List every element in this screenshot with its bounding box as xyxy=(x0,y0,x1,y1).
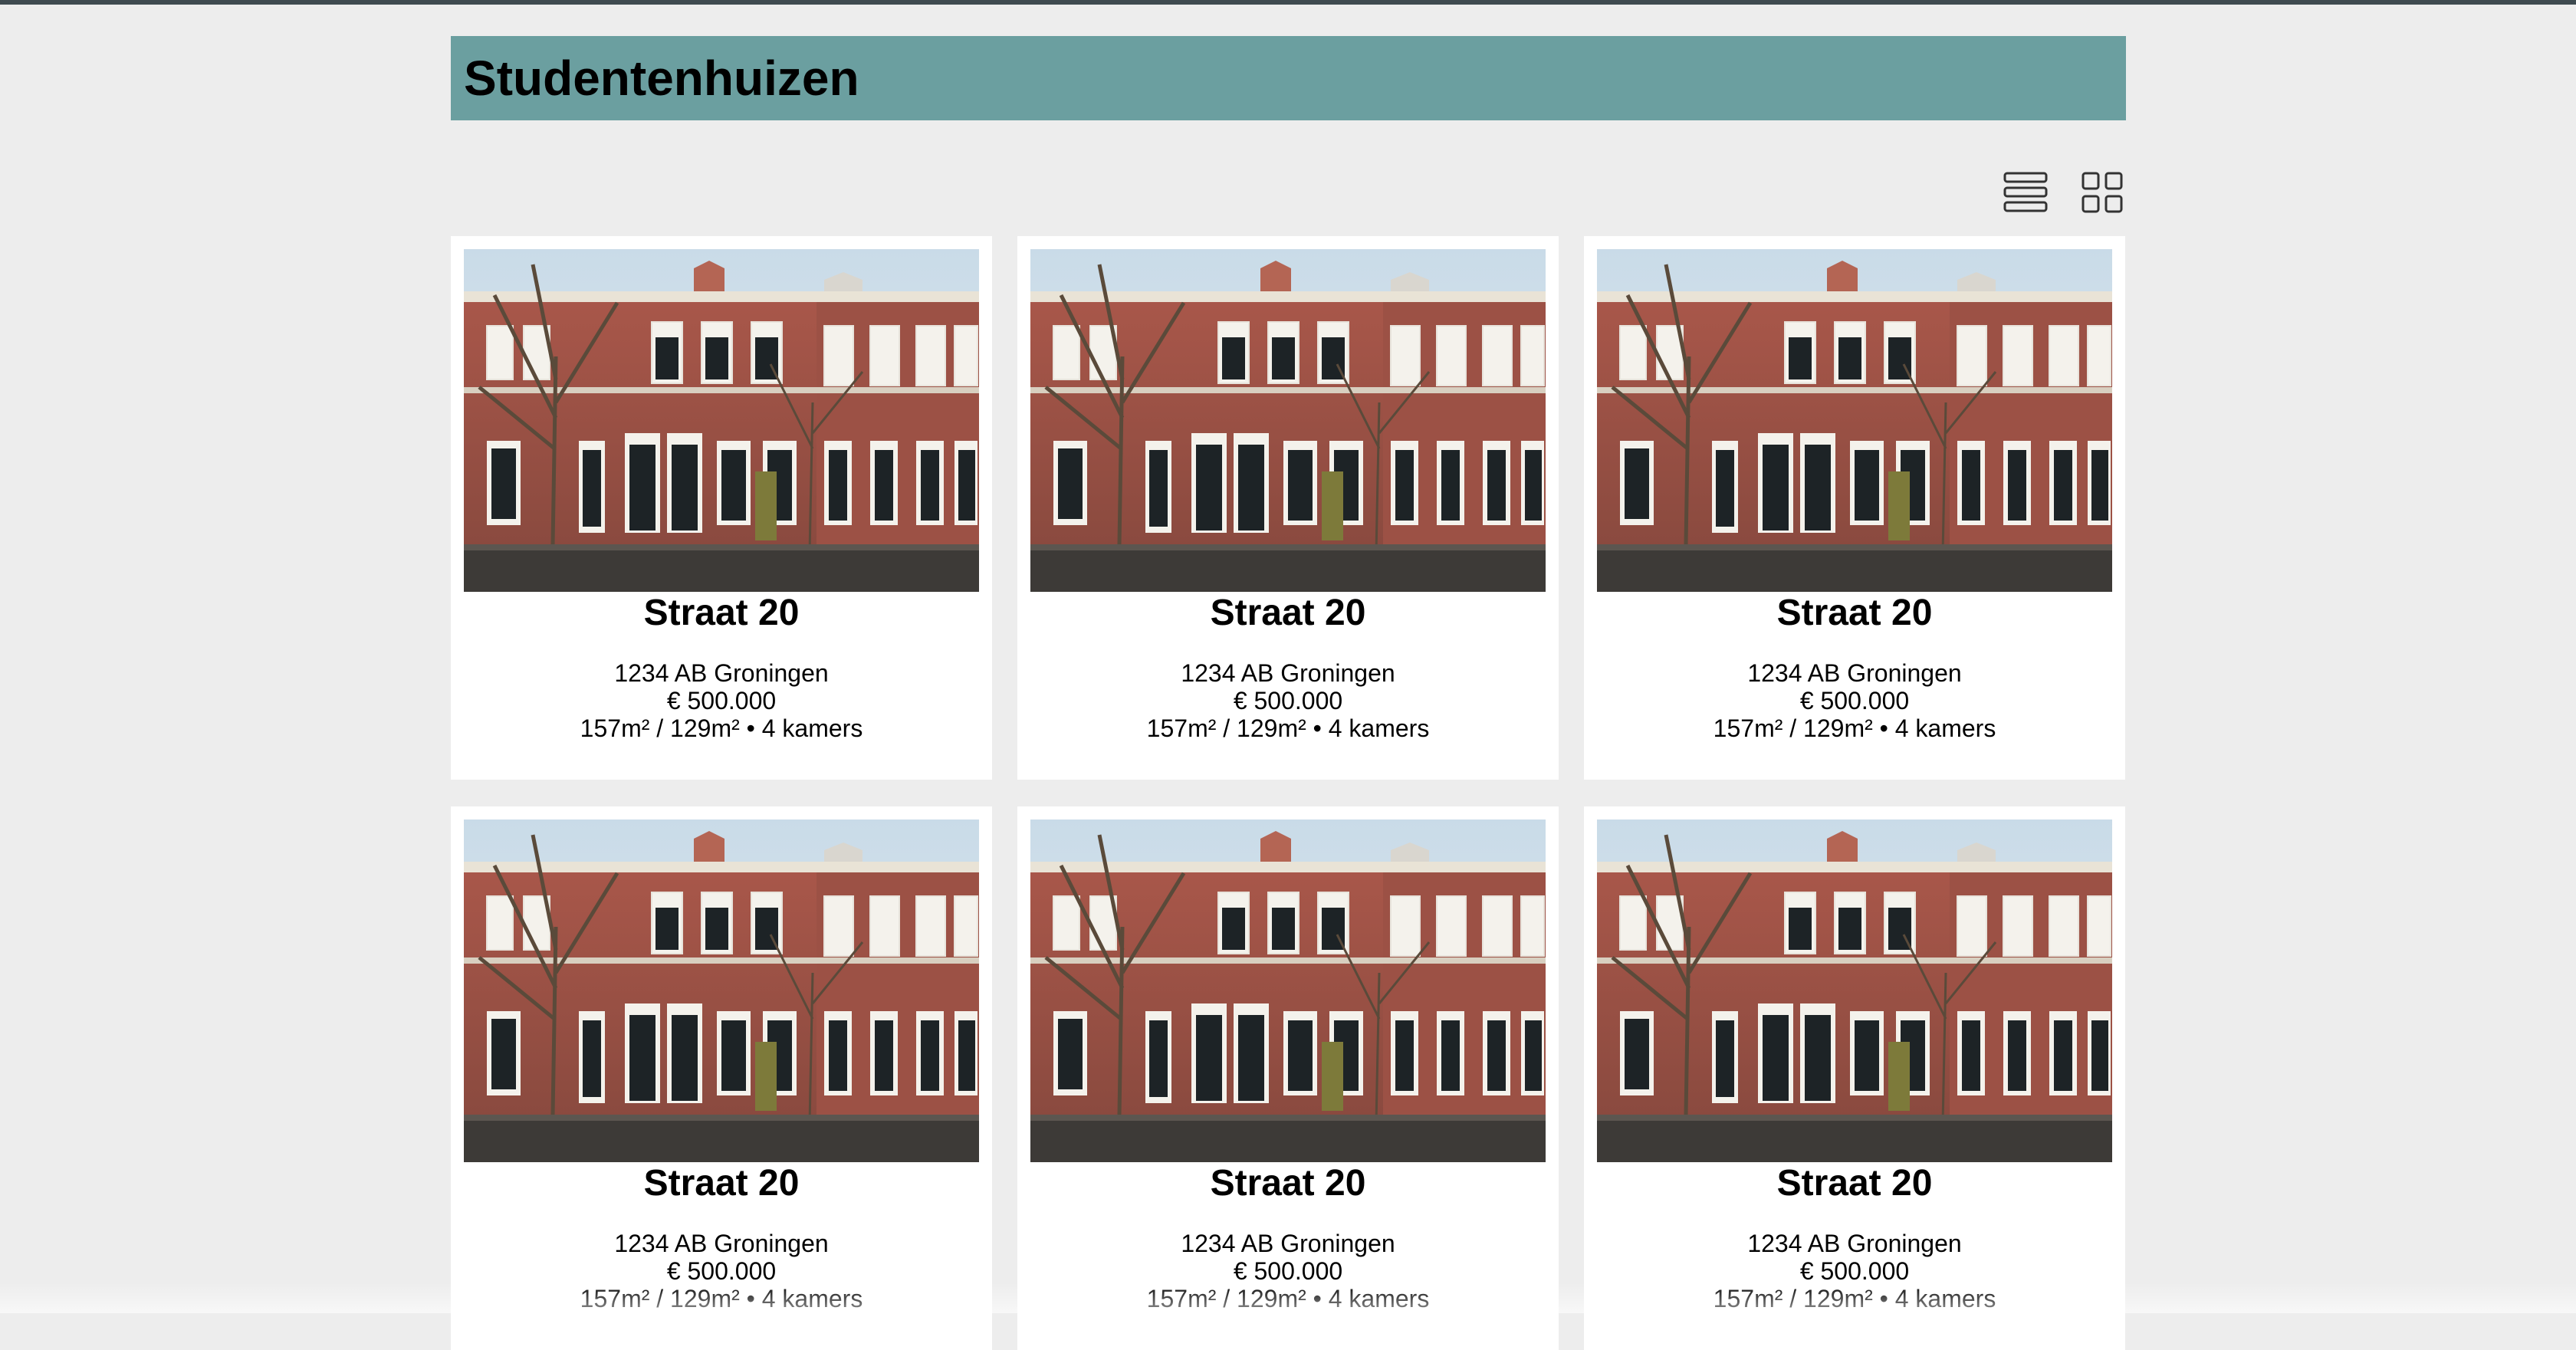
page-container: Studentenhuizen xyxy=(451,36,2126,120)
listing-card[interactable]: Straat 20 1234 AB Groningen € 500.000 15… xyxy=(1584,236,2125,780)
house-photo xyxy=(464,820,979,1162)
listing-info: 1234 AB Groningen € 500.000 157m² / 129m… xyxy=(464,1230,979,1312)
listing-price: € 500.000 xyxy=(1030,687,1546,714)
window-top-border xyxy=(0,0,2576,5)
house-photo xyxy=(1030,820,1546,1162)
listing-specs: 157m² / 129m² • 4 kamers xyxy=(1597,1285,2112,1312)
listing-price: € 500.000 xyxy=(1597,1257,2112,1285)
listing-price: € 500.000 xyxy=(464,687,979,714)
listing-specs: 157m² / 129m² • 4 kamers xyxy=(464,1285,979,1312)
listing-card[interactable]: Straat 20 1234 AB Groningen € 500.000 15… xyxy=(451,236,992,780)
listing-address: 1234 AB Groningen xyxy=(1597,1230,2112,1257)
list-view-button[interactable] xyxy=(2002,169,2049,216)
listing-card[interactable]: Straat 20 1234 AB Groningen € 500.000 15… xyxy=(1017,236,1559,780)
listing-title: Straat 20 xyxy=(1597,1162,2112,1205)
listing-specs: 157m² / 129m² • 4 kamers xyxy=(1030,1285,1546,1312)
listing-price: € 500.000 xyxy=(464,1257,979,1285)
listing-card[interactable]: Straat 20 1234 AB Groningen € 500.000 15… xyxy=(1017,806,1559,1350)
house-photo xyxy=(1030,249,1546,592)
listing-price: € 500.000 xyxy=(1030,1257,1546,1285)
grid-view-button[interactable] xyxy=(2078,169,2126,216)
page-title: Studentenhuizen xyxy=(464,50,859,107)
view-toggle xyxy=(2002,169,2126,216)
house-photo xyxy=(1597,249,2112,592)
list-view-icon xyxy=(2003,171,2048,214)
listing-info: 1234 AB Groningen € 500.000 157m² / 129m… xyxy=(1597,659,2112,742)
listing-specs: 157m² / 129m² • 4 kamers xyxy=(464,714,979,742)
listing-title: Straat 20 xyxy=(1597,592,2112,635)
listing-price: € 500.000 xyxy=(1597,687,2112,714)
listing-info: 1234 AB Groningen € 500.000 157m² / 129m… xyxy=(1030,659,1546,742)
listing-info: 1234 AB Groningen € 500.000 157m² / 129m… xyxy=(464,659,979,742)
listing-title: Straat 20 xyxy=(1030,592,1546,635)
listing-address: 1234 AB Groningen xyxy=(464,659,979,687)
listing-card[interactable]: Straat 20 1234 AB Groningen € 500.000 15… xyxy=(451,806,992,1350)
listing-title: Straat 20 xyxy=(464,1162,979,1205)
house-photo xyxy=(1597,820,2112,1162)
page-header: Studentenhuizen xyxy=(451,36,2126,120)
listing-card[interactable]: Straat 20 1234 AB Groningen € 500.000 15… xyxy=(1584,806,2125,1350)
listing-specs: 157m² / 129m² • 4 kamers xyxy=(1597,714,2112,742)
house-photo xyxy=(464,249,979,592)
listing-grid: Straat 20 1234 AB Groningen € 500.000 15… xyxy=(451,236,2126,1350)
grid-view-icon xyxy=(2082,172,2123,213)
listing-info: 1234 AB Groningen € 500.000 157m² / 129m… xyxy=(1597,1230,2112,1312)
listing-address: 1234 AB Groningen xyxy=(1030,659,1546,687)
listing-title: Straat 20 xyxy=(464,592,979,635)
listing-specs: 157m² / 129m² • 4 kamers xyxy=(1030,714,1546,742)
listing-address: 1234 AB Groningen xyxy=(1030,1230,1546,1257)
listing-address: 1234 AB Groningen xyxy=(1597,659,2112,687)
listing-info: 1234 AB Groningen € 500.000 157m² / 129m… xyxy=(1030,1230,1546,1312)
listing-address: 1234 AB Groningen xyxy=(464,1230,979,1257)
listing-title: Straat 20 xyxy=(1030,1162,1546,1205)
